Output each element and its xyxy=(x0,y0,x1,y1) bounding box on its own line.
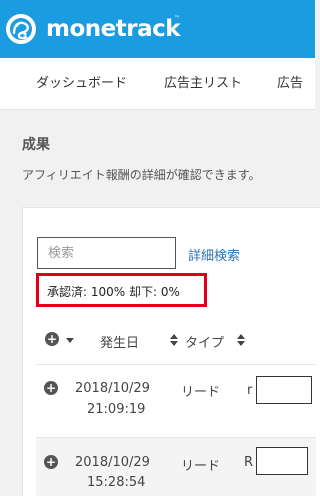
expand-all-control[interactable]: + xyxy=(45,332,74,347)
app-header: monetrack ™ xyxy=(0,0,315,58)
row-type: リード xyxy=(181,459,221,474)
nav-item-advertiser-list[interactable]: 広告主リスト xyxy=(164,76,242,92)
row-date: 2018/10/29 xyxy=(75,381,150,396)
search-input[interactable] xyxy=(37,237,176,269)
nav-item-dashboard[interactable]: ダッシュボード xyxy=(36,76,127,92)
expand-row-icon[interactable]: + xyxy=(44,381,58,395)
approval-status-text: 承認済: 100% 却下: 0% xyxy=(47,285,180,299)
row-date: 2018/10/29 xyxy=(75,455,150,470)
row-type: リード xyxy=(181,385,221,400)
monetrack-logo-icon[interactable] xyxy=(5,13,37,45)
expand-row-icon[interactable]: + xyxy=(44,455,58,469)
row-time: 15:28:54 xyxy=(87,475,146,490)
nav-item-ads[interactable]: 広告 xyxy=(277,76,303,92)
page-title: 成果 xyxy=(22,137,50,153)
plus-circle-icon: + xyxy=(45,332,59,346)
main-nav: ダッシュボード 広告主リスト 広告 xyxy=(0,58,315,110)
redaction-box xyxy=(256,447,308,475)
advanced-search-link[interactable]: 詳細検索 xyxy=(188,245,240,264)
trademark-symbol: ™ xyxy=(174,15,180,22)
page-subtitle: アフィリエイト報酬の詳細が確認できます。 xyxy=(22,168,261,182)
caret-down-icon xyxy=(66,338,74,343)
redaction-box xyxy=(256,376,312,404)
column-header-date[interactable]: 発生日 xyxy=(100,332,139,351)
sort-icon[interactable] xyxy=(237,334,245,346)
row-name-prefix: R xyxy=(244,455,254,470)
column-header-type[interactable]: タイプ xyxy=(185,332,224,351)
sort-icon[interactable] xyxy=(170,334,178,346)
row-name-prefix: r xyxy=(247,383,253,398)
row-time: 21:09:19 xyxy=(87,402,146,417)
brand-name[interactable]: monetrack xyxy=(46,14,181,44)
